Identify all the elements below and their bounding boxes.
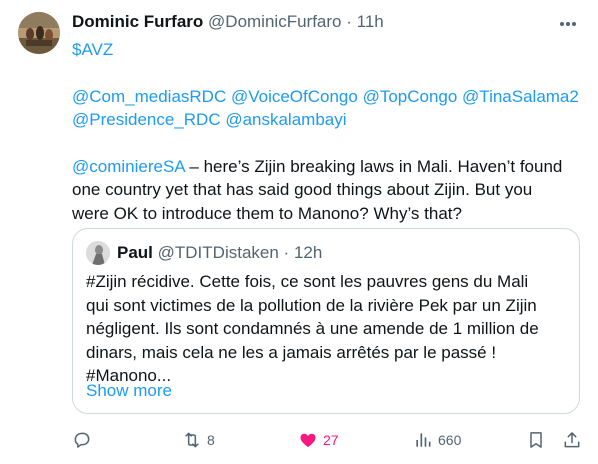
like-button[interactable]: 27 — [298, 426, 339, 454]
cashtag-link[interactable]: $AVZ — [72, 40, 113, 59]
share-icon — [562, 430, 582, 450]
tweet-text: $AVZ @Com_mediasRDC @VoiceOfCongo @TopCo… — [72, 38, 584, 225]
mentions-line-2[interactable]: @Presidence_RDC @anskalambayi — [72, 110, 347, 129]
author-name[interactable]: Dominic Furfaro — [72, 12, 203, 31]
like-count: 27 — [323, 432, 339, 448]
quoted-author-name[interactable]: Paul — [117, 243, 153, 262]
separator-dot: · — [346, 12, 352, 31]
mentions-line-1[interactable]: @Com_mediasRDC @VoiceOfCongo @TopCongo @… — [72, 87, 579, 106]
quoted-text-line-1: #Zijin récidive. Cette fois, ce sont les… — [86, 272, 529, 291]
share-button[interactable] — [562, 426, 582, 454]
quoted-author-handle[interactable]: @TDITDistaken — [158, 243, 279, 262]
quoted-tweet[interactable]: Paul @TDITDistaken · 12h #Zijin récidive… — [72, 228, 580, 414]
more-options-icon[interactable] — [556, 14, 580, 34]
author-handle[interactable]: @DominicFurfaro — [208, 12, 341, 31]
quoted-time[interactable]: 12h — [294, 243, 322, 262]
reply-text-line-2: one country yet that has said good thing… — [72, 180, 533, 199]
views-count: 660 — [438, 432, 462, 448]
quoted-text: #Zijin récidive. Cette fois, ce sont les… — [86, 270, 570, 388]
views-button[interactable]: 660 — [413, 426, 461, 454]
tweet-time[interactable]: 11h — [357, 12, 384, 31]
quoted-text-line-3: négligent. Ils sont condamnés à une amen… — [86, 319, 539, 338]
reply-text-line-1: – here’s Zijin breaking laws in Mali. Ha… — [184, 156, 563, 176]
show-more-link[interactable]: Show more — [86, 380, 172, 402]
quoted-text-line-4: dinars, mais cela ne les a jamais arrêté… — [86, 342, 497, 362]
tweet[interactable]: Dominic Furfaro @DominicFurfaro · 11h $A… — [0, 0, 598, 464]
reply-icon — [72, 430, 92, 450]
quoted-separator-dot: · — [283, 243, 290, 262]
retweet-icon — [182, 430, 202, 450]
quoted-header: Paul @TDITDistaken · 12h — [117, 242, 322, 264]
retweet-count: 8 — [207, 432, 215, 448]
views-icon — [413, 430, 433, 450]
author-avatar[interactable] — [18, 12, 60, 54]
retweet-button[interactable]: 8 — [182, 426, 215, 454]
reply-text-line-3: were OK to introduce them to Manono? Why… — [72, 203, 462, 223]
action-bar: 8 27 660 — [72, 426, 584, 454]
quoted-text-line-2: qui sont victimes de la pollution de la … — [86, 295, 537, 315]
tweet-header: Dominic Furfaro @DominicFurfaro · 11h — [72, 11, 572, 35]
bookmark-button[interactable] — [526, 426, 546, 454]
bookmark-icon — [526, 430, 546, 450]
reply-mention-link[interactable]: @cominiereSA — [72, 157, 185, 176]
reply-button[interactable] — [72, 426, 92, 454]
heart-icon — [298, 430, 318, 450]
quoted-author-avatar[interactable] — [86, 241, 110, 265]
